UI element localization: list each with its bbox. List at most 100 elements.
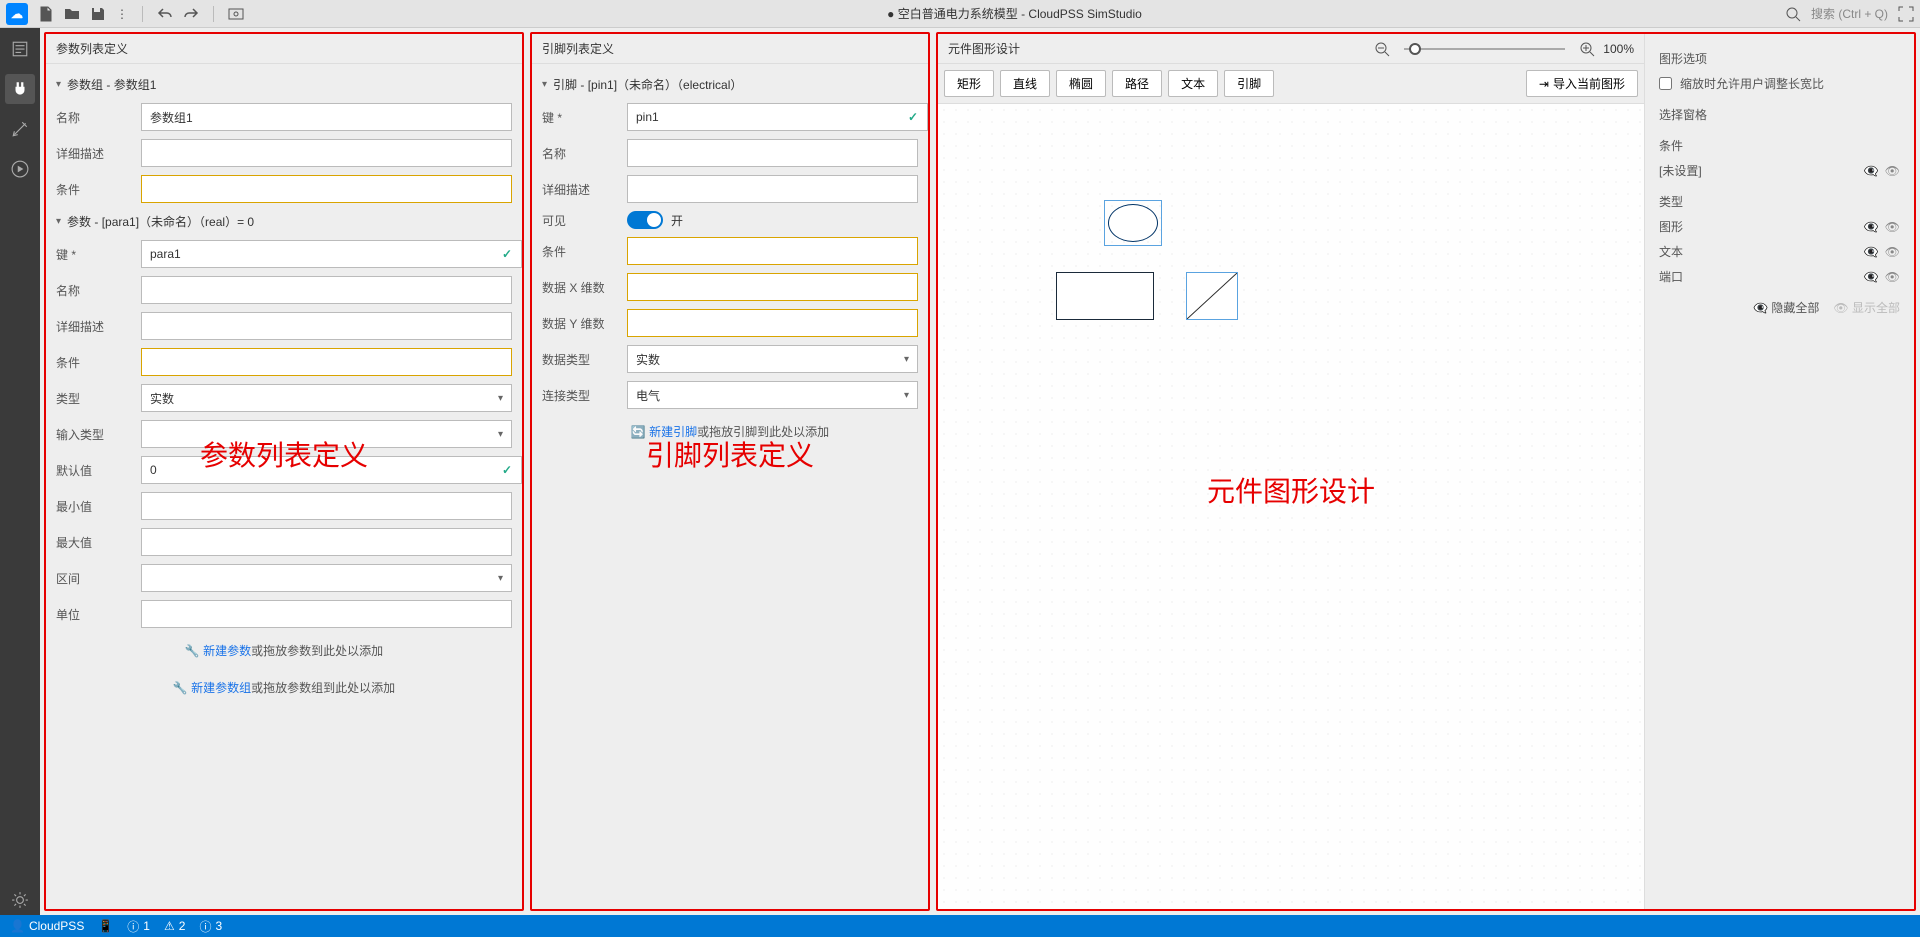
save-icon[interactable]	[90, 6, 106, 22]
preview-icon[interactable]	[228, 6, 244, 22]
redo-icon[interactable]	[183, 6, 199, 22]
tool-ellipse[interactable]: 椭圆	[1056, 70, 1106, 97]
tool-path[interactable]: 路径	[1112, 70, 1162, 97]
pin-name-input[interactable]	[627, 139, 918, 167]
params-title: 参数列表定义	[56, 40, 128, 57]
check-icon: ✓	[908, 110, 918, 124]
param-cond-input[interactable]	[141, 348, 512, 376]
tool-pin[interactable]: 引脚	[1224, 70, 1274, 97]
check-icon: ✓	[502, 247, 512, 261]
pin-cond-input[interactable]	[627, 237, 918, 265]
zoom-in-icon[interactable]	[1579, 41, 1595, 57]
status-warn[interactable]: ⚠2	[164, 919, 185, 933]
undo-icon[interactable]	[157, 6, 173, 22]
graphic-canvas[interactable]: 元件图形设计	[938, 104, 1644, 909]
check-icon: ✓	[502, 463, 512, 477]
search-icon[interactable]	[1785, 6, 1801, 22]
eye-icon[interactable]: 👁	[1885, 164, 1900, 178]
eye-icon[interactable]: 👁	[1885, 220, 1900, 234]
shape-placeholder[interactable]	[1186, 272, 1238, 320]
param-unit-input[interactable]	[141, 600, 512, 628]
new-group-row: 🔧 新建参数组或拖放参数组到此处以添加	[56, 669, 512, 706]
tool-line[interactable]: 直线	[1000, 70, 1050, 97]
rail-gear-icon[interactable]	[5, 885, 35, 915]
param-name-input[interactable]	[141, 276, 512, 304]
graphic-overlay-label: 元件图形设计	[1207, 470, 1375, 510]
app-logo-icon[interactable]: ☁	[6, 3, 28, 25]
tool-rect[interactable]: 矩形	[944, 70, 994, 97]
scale-allow-checkbox[interactable]	[1659, 77, 1672, 90]
pin-visible-toggle[interactable]	[627, 211, 663, 229]
user-icon: 👤	[10, 919, 25, 933]
new-pin-link[interactable]: 新建引脚	[649, 425, 697, 439]
param-min-input[interactable]	[141, 492, 512, 520]
param-max-input[interactable]	[141, 528, 512, 556]
eye-icon[interactable]: 👁	[1885, 245, 1900, 259]
info-icon: ⓘ	[127, 918, 139, 935]
pin-item-header[interactable]: ▾引脚 - [pin1]（未命名）（electrical）	[542, 70, 918, 99]
param-inputtype-select[interactable]: ▾	[141, 420, 512, 448]
param-group-header[interactable]: ▾参数组 - 参数组1	[56, 70, 512, 99]
graphic-panel: 元件图形设计 100% 矩形 直线 椭圆 路径 文本	[936, 32, 1916, 911]
status-extra[interactable]: ⓘ3	[199, 918, 222, 935]
eye-off-icon[interactable]: 👁‍🗨	[1864, 164, 1879, 178]
eye-off-icon[interactable]: 👁‍🗨	[1864, 245, 1879, 259]
pin-datay-input[interactable]	[627, 309, 918, 337]
param-item-header[interactable]: ▾参数 - [para1]（未命名）（real）= 0	[56, 207, 512, 236]
pin-ctype-select[interactable]: 电气▾	[627, 381, 918, 409]
param-desc-input[interactable]	[141, 312, 512, 340]
graphic-toolbar: 矩形 直线 椭圆 路径 文本 引脚 ⇥导入当前图形	[938, 64, 1644, 104]
status-bar: 👤CloudPSS 📱 ⓘ1 ⚠2 ⓘ3	[0, 915, 1920, 937]
pin-key-input[interactable]	[627, 103, 928, 131]
pin-desc-input[interactable]	[627, 175, 918, 203]
eye-off-icon[interactable]: 👁‍🗨	[1864, 270, 1879, 284]
window-title: ● 空白普通电力系统模型 - CloudPSS SimStudio	[244, 5, 1785, 22]
param-interval-select[interactable]: ▾	[141, 564, 512, 592]
top-toolbar: ☁ ⋮ ● 空白普通电力系统模型 - CloudPSS SimStudio 搜索…	[0, 0, 1920, 28]
pin-datax-input[interactable]	[627, 273, 918, 301]
graphic-side-panel: 图形选项 缩放时允许用户调整长宽比 选择窗格 条件 [未设置]👁‍🗨👁 类型 图…	[1644, 34, 1914, 909]
rail-plug-icon[interactable]	[5, 74, 35, 104]
info-icon: ⓘ	[199, 918, 211, 935]
param-default-input[interactable]	[141, 456, 522, 484]
pins-panel: 引脚列表定义 ▾引脚 - [pin1]（未命名）（electrical） 键 *…	[530, 32, 930, 911]
pins-title: 引脚列表定义	[542, 40, 614, 57]
zoom-value: 100%	[1603, 42, 1634, 56]
hide-all-button[interactable]: 👁‍🗨 隐藏全部	[1753, 299, 1819, 316]
param-key-input[interactable]	[141, 240, 522, 268]
tool-text[interactable]: 文本	[1168, 70, 1218, 97]
new-file-icon[interactable]	[38, 6, 54, 22]
left-rail	[0, 28, 40, 915]
shape-rect[interactable]	[1056, 272, 1154, 320]
fullscreen-icon[interactable]	[1898, 6, 1914, 22]
import-graphic-button[interactable]: ⇥导入当前图形	[1526, 70, 1638, 97]
zoom-slider[interactable]	[1404, 48, 1565, 50]
status-info[interactable]: ⓘ1	[127, 918, 150, 935]
zoom-out-icon[interactable]	[1374, 41, 1390, 57]
pin-dtype-select[interactable]: 实数▾	[627, 345, 918, 373]
graphic-title: 元件图形设计	[948, 40, 1020, 57]
status-user[interactable]: 👤CloudPSS	[10, 919, 84, 933]
rail-document-icon[interactable]	[5, 34, 35, 64]
group-desc-input[interactable]	[141, 139, 512, 167]
open-folder-icon[interactable]	[64, 6, 80, 22]
rail-play-icon[interactable]	[5, 154, 35, 184]
new-group-link[interactable]: 新建参数组	[191, 681, 251, 695]
warning-icon: ⚠	[164, 919, 175, 933]
show-all-button[interactable]: 👁 显示全部	[1833, 299, 1900, 316]
param-type-select[interactable]: 实数▾	[141, 384, 512, 412]
status-device-icon[interactable]: 📱	[98, 919, 113, 933]
new-pin-row: 🔄 新建引脚或拖放引脚到此处以添加	[542, 413, 918, 450]
shape-ellipse[interactable]	[1108, 204, 1158, 242]
search-placeholder[interactable]: 搜索 (Ctrl + Q)	[1811, 5, 1888, 22]
eye-icon[interactable]: 👁	[1885, 270, 1900, 284]
new-param-link[interactable]: 新建参数	[203, 644, 251, 658]
more-icon[interactable]: ⋮	[116, 7, 128, 21]
rail-tools-icon[interactable]	[5, 114, 35, 144]
group-cond-input[interactable]	[141, 175, 512, 203]
group-name-input[interactable]	[141, 103, 512, 131]
eye-off-icon[interactable]: 👁‍🗨	[1864, 220, 1879, 234]
params-panel: 参数列表定义 ▾参数组 - 参数组1 名称 详细描述 条件 ▾参数 - [par…	[44, 32, 524, 911]
new-param-row: 🔧 新建参数或拖放参数到此处以添加	[56, 632, 512, 669]
import-icon: ⇥	[1539, 77, 1549, 91]
